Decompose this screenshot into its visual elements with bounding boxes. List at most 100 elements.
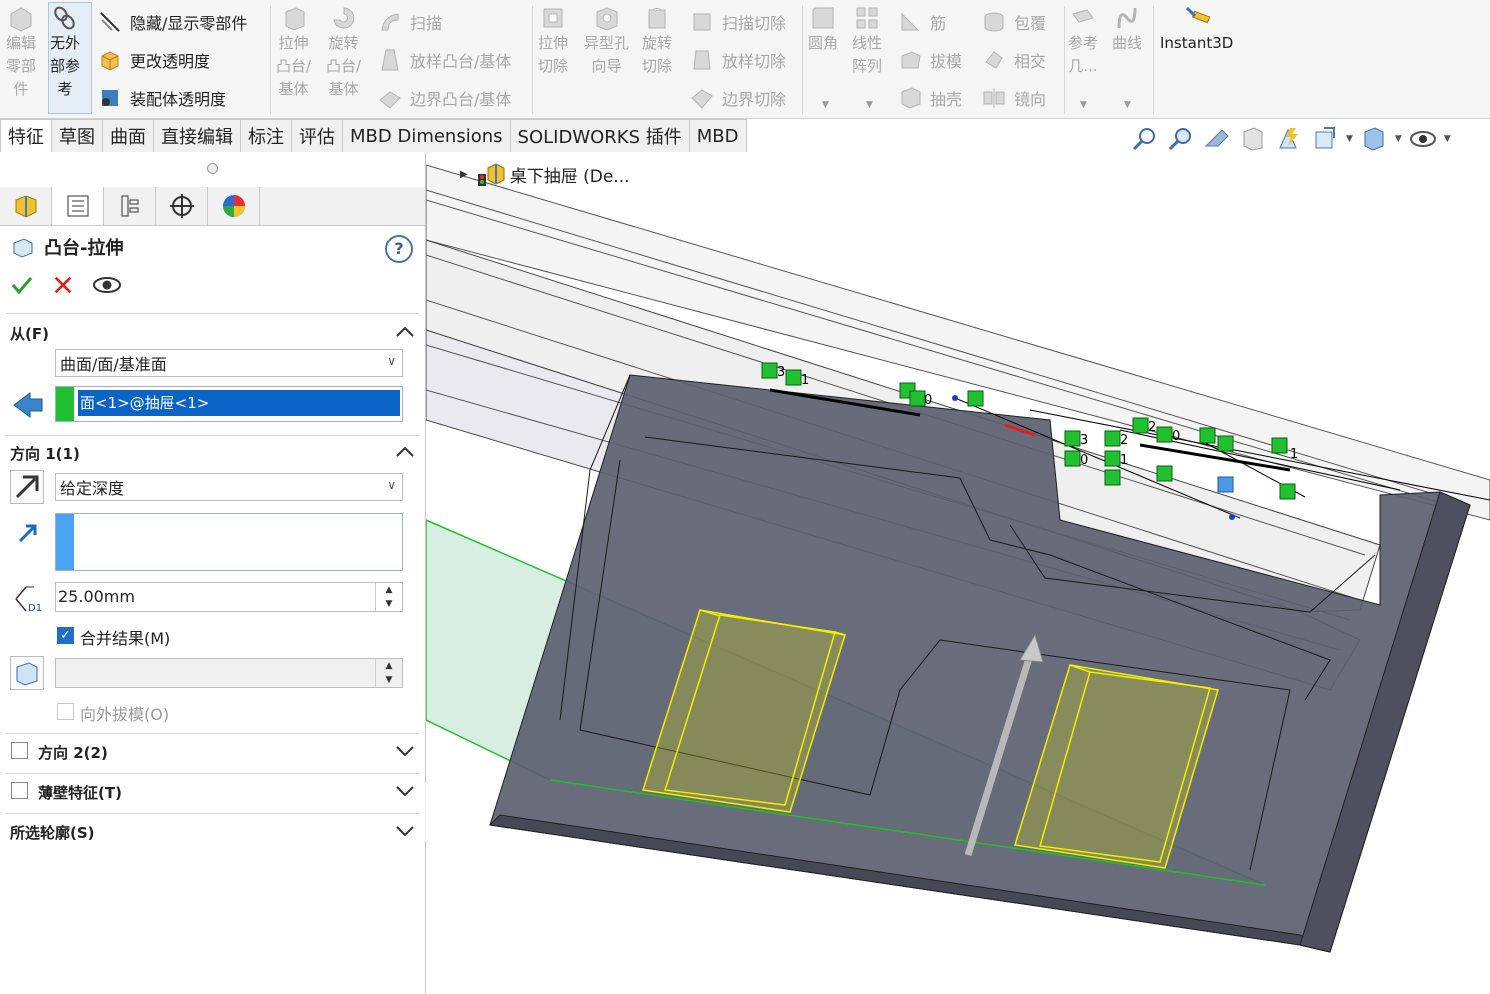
extrude-boss-button[interactable]: 拉伸 凸台/ 基体 [276, 4, 311, 101]
boundary-boss-button[interactable]: 边界凸台/基体 [378, 84, 511, 112]
tab-5[interactable]: 评估 [292, 119, 343, 152]
tab-property-manager[interactable] [52, 187, 104, 225]
from-face-selection-box[interactable]: 面<1>@抽屉<1> [55, 386, 403, 422]
model-view[interactable]: 3 1 0 2 3 0 2 0 1 1 [426, 153, 1490, 994]
hide-show-components-button[interactable]: 隐藏/显示零部件 [98, 8, 247, 36]
tab-0[interactable]: 特征 [0, 119, 52, 152]
curves-dropdown-caret[interactable]: ▼ [1124, 100, 1131, 110]
wrap-button[interactable]: 包覆 [982, 8, 1046, 36]
direction2-section-header[interactable]: 方向 2(2) [38, 742, 108, 763]
chevron-down-icon[interactable] [395, 744, 415, 758]
selected-face-item[interactable]: 面<1>@抽屉<1> [78, 390, 400, 416]
draft-button[interactable]: 拔模 [898, 46, 962, 74]
reference-geometry-dropdown-caret[interactable]: ▼ [1080, 100, 1087, 110]
linear-pattern-button[interactable]: 线性 阵列 [852, 4, 882, 78]
tab-display-manager[interactable] [208, 187, 260, 225]
extrude-cut-icon [543, 8, 563, 28]
tab-2[interactable]: 曲面 [103, 119, 154, 152]
ok-check-icon[interactable] [10, 273, 34, 297]
direction2-checkbox[interactable] [11, 742, 28, 759]
spin-up-icon[interactable]: ▲ [376, 583, 402, 597]
draft-toggle-button[interactable] [10, 656, 44, 690]
hide-show-items-icon[interactable] [1408, 124, 1438, 154]
no-external-references-button[interactable]: 无外 部参 考 [50, 4, 80, 101]
tab-3[interactable]: 直接编辑 [154, 119, 241, 152]
chevron-down-icon[interactable] [395, 784, 415, 798]
direction-arrow-icon [18, 524, 37, 543]
selected-contours-section-header[interactable]: 所选轮廓(S) [10, 822, 95, 843]
instant3d-button[interactable]: Instant3D [1160, 4, 1233, 55]
spin-down-icon[interactable]: ▼ [376, 597, 402, 611]
spin-up-icon[interactable]: ▲ [376, 659, 402, 673]
hole-wizard-button[interactable]: 异型孔 向导 [584, 4, 629, 78]
display-style-icon[interactable] [1359, 124, 1389, 154]
shell-label: 抽壳 [930, 90, 963, 109]
reverse-direction-icon[interactable] [12, 389, 44, 419]
loft-cut-button[interactable]: 放样切除 [690, 46, 786, 74]
tab-dimxpert-manager[interactable] [156, 187, 208, 225]
depth-input[interactable]: 25.00mm ▲ ▼ [55, 582, 403, 612]
shell-button[interactable]: 抽壳 [898, 84, 962, 112]
tab-4[interactable]: 标注 [241, 119, 292, 152]
zoom-to-area-icon[interactable] [1166, 124, 1196, 154]
chevron-down-icon: ∨ [387, 478, 396, 492]
sweep-cut-button[interactable]: 扫描切除 [690, 8, 786, 36]
previous-view-icon[interactable] [1202, 124, 1232, 154]
linear-pattern-dropdown-caret[interactable]: ▼ [866, 100, 873, 110]
revolve-cut-button[interactable]: 旋转 切除 [642, 4, 672, 78]
intersect-button[interactable]: 相交 [982, 46, 1046, 74]
reverse-direction-button[interactable] [10, 470, 44, 504]
fillet-dropdown-caret[interactable]: ▼ [822, 100, 829, 110]
thin-feature-checkbox[interactable] [11, 782, 28, 799]
draft-outward-checkbox[interactable] [57, 703, 74, 720]
chevron-down-icon[interactable] [395, 824, 415, 838]
hide-show-items-dropdown-caret[interactable]: ▼ [1444, 134, 1451, 144]
cancel-x-icon[interactable] [52, 274, 74, 296]
tab-8[interactable]: MBD [689, 119, 747, 152]
tab-configuration-manager[interactable] [104, 187, 156, 225]
dynamic-annotation-view-icon[interactable] [1274, 124, 1304, 154]
direction-selection-box[interactable] [55, 513, 403, 571]
direction1-section-header[interactable]: 方向 1(1) [10, 443, 80, 464]
view-orientation-dropdown-caret[interactable]: ▼ [1346, 134, 1353, 144]
curves-button[interactable]: 曲线 [1112, 4, 1142, 55]
tab-1[interactable]: 草图 [52, 119, 103, 152]
expand-arrow-icon[interactable]: ▶ [460, 169, 468, 180]
tab-6[interactable]: MBD Dimensions [343, 119, 511, 152]
zoom-to-fit-icon[interactable] [1130, 124, 1160, 154]
change-transparency-button[interactable]: 更改透明度 [98, 46, 210, 74]
draft-angle-input[interactable]: ▲ ▼ [55, 658, 403, 688]
rib-button[interactable]: 筋 [898, 8, 946, 36]
mirror-button[interactable]: 镜向 [982, 84, 1046, 112]
end-condition-select[interactable]: 给定深度 ∨ [55, 473, 403, 501]
spin-down-icon[interactable]: ▼ [376, 673, 402, 687]
fillet-button[interactable]: 圆角 [808, 4, 838, 55]
sweep-button[interactable]: 扫描 [378, 8, 442, 36]
view-orientation-icon[interactable] [1310, 124, 1340, 154]
assembly-transparency-button[interactable]: 装配体透明度 [98, 84, 226, 112]
from-type-value: 曲面/面/基准面 [60, 355, 167, 374]
chevron-up-icon[interactable] [395, 445, 415, 459]
from-type-select[interactable]: 曲面/面/基准面 ∨ [55, 349, 403, 377]
panel-resize-grip[interactable] [207, 163, 218, 174]
section-view-icon[interactable] [1238, 124, 1268, 154]
depth-spinner[interactable]: ▲ ▼ [375, 583, 402, 611]
from-section-header[interactable]: 从(F) [10, 323, 49, 344]
tab-feature-manager[interactable] [0, 187, 52, 225]
reference-geometry-button[interactable]: 参考 几... [1068, 4, 1098, 78]
tab-7[interactable]: SOLIDWORKS 插件 [510, 119, 690, 152]
edit-part-button[interactable]: 编辑 零部 件 [6, 4, 36, 101]
loft-boss-button[interactable]: 放样凸台/基体 [378, 46, 511, 74]
help-button[interactable]: ? [385, 235, 413, 263]
boundary-cut-button[interactable]: 边界切除 [690, 84, 786, 112]
chevron-up-icon[interactable] [395, 325, 415, 339]
extrude-cut-button[interactable]: 拉伸 切除 [538, 4, 568, 78]
thin-feature-section-header[interactable]: 薄壁特征(T) [38, 782, 122, 803]
revolve-boss-button[interactable]: 旋转 凸台/ 基体 [326, 4, 361, 101]
draft-angle-spinner[interactable]: ▲ ▼ [375, 659, 402, 687]
graphics-area[interactable]: 3 1 0 2 3 0 2 0 1 1 [426, 153, 1490, 994]
preview-eye-icon[interactable] [92, 273, 122, 297]
display-style-dropdown-caret[interactable]: ▼ [1395, 134, 1402, 144]
feature-tree-flyout[interactable]: ▶ 桌下抽屉 (De... [460, 160, 630, 188]
merge-result-checkbox[interactable]: ✓ [57, 627, 74, 644]
